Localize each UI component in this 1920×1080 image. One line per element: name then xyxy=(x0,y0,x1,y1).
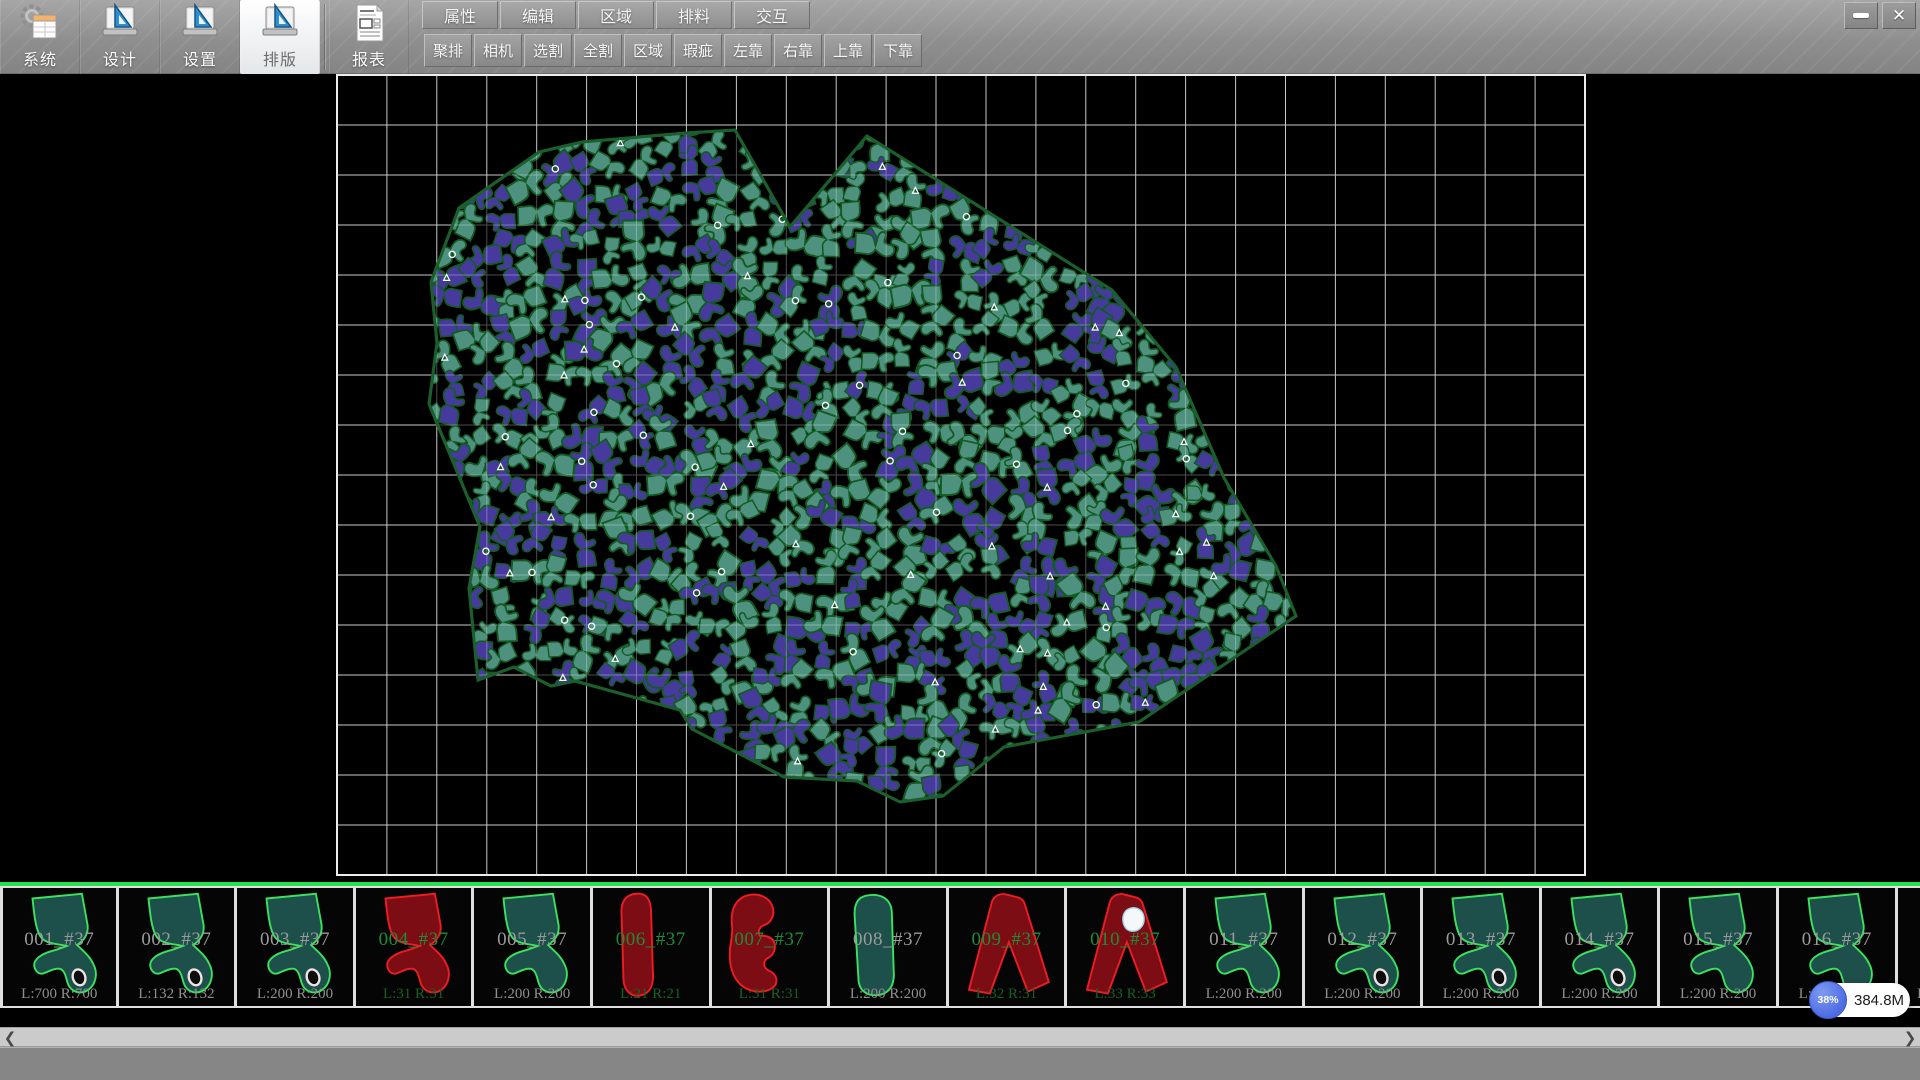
design-icon xyxy=(98,3,142,45)
nesting-canvas[interactable] xyxy=(0,74,1920,882)
pattern-thumbnail-15[interactable]: 015_#37 L:200 R:200 xyxy=(1660,886,1779,1008)
pattern-id-label: 010_#37 xyxy=(1067,929,1183,951)
pattern-id-label: 008_#37 xyxy=(830,929,946,951)
memory-percent-badge: 38% xyxy=(1809,981,1847,1019)
pattern-id-label: 004_#37 xyxy=(356,929,472,951)
pattern-thumbnail-14[interactable]: 014_#37 L:200 R:200 xyxy=(1542,886,1661,1008)
layout-icon xyxy=(258,3,302,45)
main-mode-button-2[interactable]: 设计 xyxy=(80,0,160,74)
system-icon xyxy=(18,3,62,45)
pattern-lr-label: L:200 R:200 xyxy=(1660,986,1776,1003)
pattern-thumbnail-4[interactable]: 004_#37 L:31 R:31 xyxy=(356,886,475,1008)
scroll-left-arrow-icon[interactable]: ❮ xyxy=(2,1028,18,1048)
scroll-right-arrow-icon[interactable]: ❯ xyxy=(1902,1028,1918,1048)
pattern-id-label: 016_#37 xyxy=(1779,929,1895,951)
menu-tab[interactable]: 交互 xyxy=(734,1,810,29)
application-window: 系统 设计 设置 排版 报表 属性 编辑 区域 排料 交互 聚排 相机 选割 全… xyxy=(0,0,1920,1080)
tool-button[interactable]: 聚排 xyxy=(424,34,472,67)
close-icon: ✕ xyxy=(1892,6,1906,26)
pattern-id-label: 001_#37 xyxy=(3,929,116,951)
main-mode-button-1[interactable]: 系统 xyxy=(0,0,80,74)
memory-amount-label: 384.8M xyxy=(1854,992,1904,1009)
pattern-thumbnail-5[interactable]: 005_#37 L:200 R:200 xyxy=(474,886,593,1008)
pattern-lr-label: L:31 R:31 xyxy=(712,986,828,1003)
pattern-thumbnail-12[interactable]: 012_#37 L:200 R:200 xyxy=(1305,886,1424,1008)
pattern-thumbnail-7[interactable]: 007_#37 L:31 R:31 xyxy=(712,886,831,1008)
main-mode-buttons: 系统 设计 设置 排版 报表 xyxy=(0,0,409,74)
pattern-lr-label: L:21 R:21 xyxy=(593,986,709,1003)
pattern-thumbnail-3[interactable]: 003_#37 L:200 R:200 xyxy=(237,886,356,1008)
horizontal-scrollbar[interactable]: ❮ ❯ xyxy=(0,1027,1920,1047)
pattern-id-label: 011_#37 xyxy=(1186,929,1302,951)
pattern-lr-label: L:32 R:31 xyxy=(949,986,1065,1003)
tool-button-row: 聚排 相机 选割 全割 区域 瑕疵 左靠 右靠 上靠 下靠 xyxy=(424,34,922,67)
tool-button[interactable]: 区域 xyxy=(624,34,672,67)
pattern-lr-label: L:200 R:200 xyxy=(474,986,590,1003)
pattern-id-label: 007_#37 xyxy=(712,929,828,951)
main-mode-button-3[interactable]: 设置 xyxy=(160,0,240,74)
filmstrip-cells: 001_#37 L:700 R:700 002_#37 L:132 R:132 … xyxy=(0,886,1920,1008)
tool-button[interactable]: 下靠 xyxy=(874,34,922,67)
tool-button[interactable]: 选割 xyxy=(524,34,572,67)
pattern-thumbnail-13[interactable]: 013_#37 L:200 R:200 xyxy=(1423,886,1542,1008)
pattern-lr-label: L:200 R:200 xyxy=(1186,986,1302,1003)
pattern-thumbnail-9[interactable]: 009_#37 L:32 R:31 xyxy=(949,886,1068,1008)
toolbar-separator xyxy=(320,0,329,74)
pattern-lr-label: L:200 R:200 xyxy=(1542,986,1658,1003)
pattern-lr-label: L:132 R:132 xyxy=(119,986,235,1003)
pattern-lr-label: L:700 R:700 xyxy=(3,986,116,1003)
pattern-thumbnail-8[interactable]: 008_#37 L:200 R:200 xyxy=(830,886,949,1008)
menu-tab[interactable]: 属性 xyxy=(422,1,498,29)
pattern-thumbnail-2[interactable]: 002_#37 L:132 R:132 xyxy=(119,886,238,1008)
pattern-id-label: 017_#37 xyxy=(1898,929,1920,951)
close-button[interactable]: ✕ xyxy=(1882,2,1916,29)
pattern-lr-label: L:31 R:31 xyxy=(356,986,472,1003)
tool-button[interactable]: 右靠 xyxy=(774,34,822,67)
pattern-thumbnail-10[interactable]: 010_#37 L:33 R:33 xyxy=(1067,886,1186,1008)
pattern-thumbnail-11[interactable]: 011_#37 L:200 R:200 xyxy=(1186,886,1305,1008)
ribbon-toolbar: 系统 设计 设置 排版 报表 属性 编辑 区域 排料 交互 聚排 相机 选割 全… xyxy=(0,0,1920,74)
pattern-id-label: 013_#37 xyxy=(1423,929,1539,951)
pattern-lr-label: L:200 R:200 xyxy=(237,986,353,1003)
settings-icon xyxy=(178,3,222,45)
menu-tab-row: 属性 编辑 区域 排料 交互 xyxy=(422,1,810,29)
pattern-filmstrip: 001_#37 L:700 R:700 002_#37 L:132 R:132 … xyxy=(0,882,1920,1027)
tool-button[interactable]: 全割 xyxy=(574,34,622,67)
menu-tab[interactable]: 区域 xyxy=(578,1,654,29)
window-controls: ✕ xyxy=(1844,2,1916,29)
mode-label: 系统 xyxy=(23,46,57,70)
mode-label: 设置 xyxy=(183,46,217,70)
pattern-id-label: 012_#37 xyxy=(1305,929,1421,951)
menu-tab[interactable]: 编辑 xyxy=(500,1,576,29)
memory-percent-value: 38% xyxy=(1817,994,1838,1006)
mode-label: 报表 xyxy=(352,46,386,70)
mode-label: 排版 xyxy=(263,46,297,70)
tool-button[interactable]: 左靠 xyxy=(724,34,772,67)
pattern-id-label: 015_#37 xyxy=(1660,929,1776,951)
tool-button[interactable]: 上靠 xyxy=(824,34,872,67)
pattern-id-label: 002_#37 xyxy=(119,929,235,951)
pattern-id-label: 006_#37 xyxy=(593,929,709,951)
pattern-id-label: 003_#37 xyxy=(237,929,353,951)
pattern-thumbnail-1[interactable]: 001_#37 L:700 R:700 xyxy=(0,886,119,1008)
main-mode-button-5[interactable]: 报表 xyxy=(329,0,409,74)
pattern-id-label: 009_#37 xyxy=(949,929,1065,951)
pattern-lr-label: L:200 R:200 xyxy=(1305,986,1421,1003)
pattern-lr-label: L:200 R:200 xyxy=(1423,986,1539,1003)
main-mode-button-4[interactable]: 排版 xyxy=(240,0,320,74)
tool-button[interactable]: 相机 xyxy=(474,34,522,67)
pattern-id-label: 005_#37 xyxy=(474,929,590,951)
memory-usage-pill[interactable]: 38% 384.8M xyxy=(1812,983,1910,1017)
mode-label: 设计 xyxy=(103,46,137,70)
report-icon xyxy=(347,3,391,45)
pattern-lr-label: L:33 R:33 xyxy=(1067,986,1183,1003)
menu-tab[interactable]: 排料 xyxy=(656,1,732,29)
status-bar xyxy=(0,1047,1920,1080)
tool-button[interactable]: 瑕疵 xyxy=(674,34,722,67)
pattern-thumbnail-6[interactable]: 006_#37 L:21 R:21 xyxy=(593,886,712,1008)
pattern-id-label: 014_#37 xyxy=(1542,929,1658,951)
pattern-lr-label: L:200 R:200 xyxy=(830,986,946,1003)
minimize-button[interactable] xyxy=(1844,2,1878,29)
minimize-icon xyxy=(1853,13,1869,18)
